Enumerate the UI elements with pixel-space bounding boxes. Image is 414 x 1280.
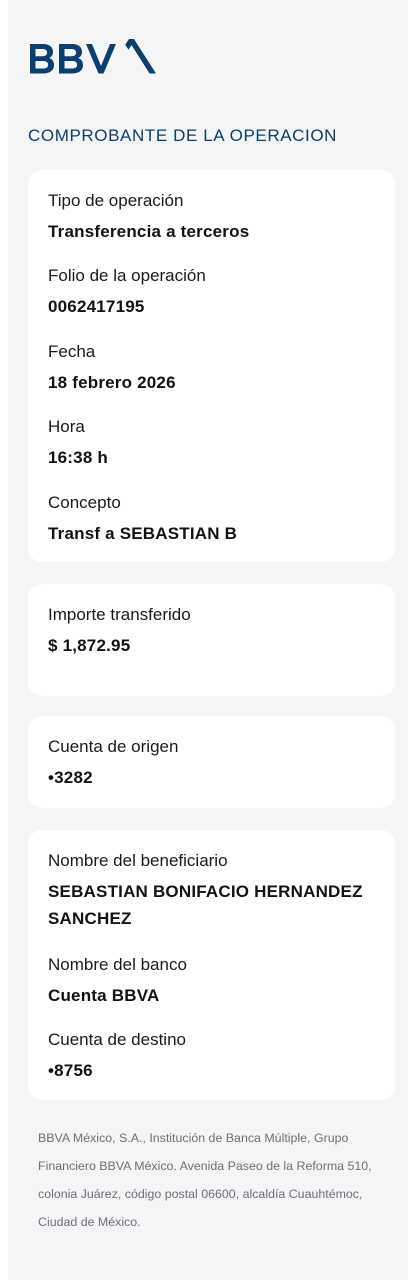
legal-footer: BBVA México, S.A., Institución de Banca …	[38, 1131, 372, 1229]
date-label: Fecha	[48, 342, 96, 361]
origin-account-card: Cuenta de origen •3282	[28, 716, 395, 808]
origin-account-label: Cuenta de origen	[48, 737, 179, 756]
bank-name-label: Nombre del banco	[48, 955, 187, 974]
date-value: 18 febrero 2026	[48, 373, 176, 392]
time-label: Hora	[48, 417, 85, 436]
amount-value: $ 1,872.95	[48, 636, 131, 655]
folio-value: 0062417195	[48, 297, 145, 316]
destination-account-field: Cuenta de destino •8756	[48, 1029, 381, 1084]
amount-label: Importe transferido	[48, 605, 191, 624]
folio-field: Folio de la operación 0062417195	[48, 265, 381, 320]
operation-type-label: Tipo de operación	[48, 191, 184, 210]
destination-account-value: •8756	[48, 1061, 93, 1080]
concept-field: Concepto Transf a SEBASTIAN B	[48, 492, 381, 547]
receipt-title: COMPROBANTE DE LA OPERACION	[28, 126, 338, 145]
receipt-page: COMPROBANTE DE LA OPERACION Tipo de oper…	[8, 0, 408, 1280]
operation-details-card: Tipo de operación Transferencia a tercer…	[28, 170, 395, 562]
beneficiary-name-field: Nombre del beneficiario SEBASTIAN BONIFA…	[48, 850, 381, 932]
origin-account-field: Cuenta de origen •3282	[48, 736, 381, 791]
beneficiary-name-value: SEBASTIAN BONIFACIO HERNANDEZ SANCHEZ	[48, 882, 363, 928]
operation-type-value: Transferencia a terceros	[48, 222, 250, 241]
origin-account-value: •3282	[48, 768, 93, 787]
amount-card: Importe transferido $ 1,872.95	[28, 584, 395, 696]
concept-value: Transf a SEBASTIAN B	[48, 524, 238, 543]
bbva-logo	[30, 39, 156, 74]
concept-label: Concepto	[48, 493, 121, 512]
time-value: 16:38 h	[48, 448, 108, 467]
folio-label: Folio de la operación	[48, 266, 206, 285]
beneficiary-name-label: Nombre del beneficiario	[48, 851, 228, 870]
amount-field: Importe transferido $ 1,872.95	[48, 604, 381, 659]
bank-name-value: Cuenta BBVA	[48, 986, 160, 1005]
time-field: Hora 16:38 h	[48, 416, 381, 471]
bank-name-field: Nombre del banco Cuenta BBVA	[48, 954, 381, 1009]
beneficiary-card: Nombre del beneficiario SEBASTIAN BONIFA…	[28, 830, 395, 1100]
date-field: Fecha 18 febrero 2026	[48, 341, 381, 396]
operation-type-field: Tipo de operación Transferencia a tercer…	[48, 190, 381, 245]
destination-account-label: Cuenta de destino	[48, 1030, 186, 1049]
